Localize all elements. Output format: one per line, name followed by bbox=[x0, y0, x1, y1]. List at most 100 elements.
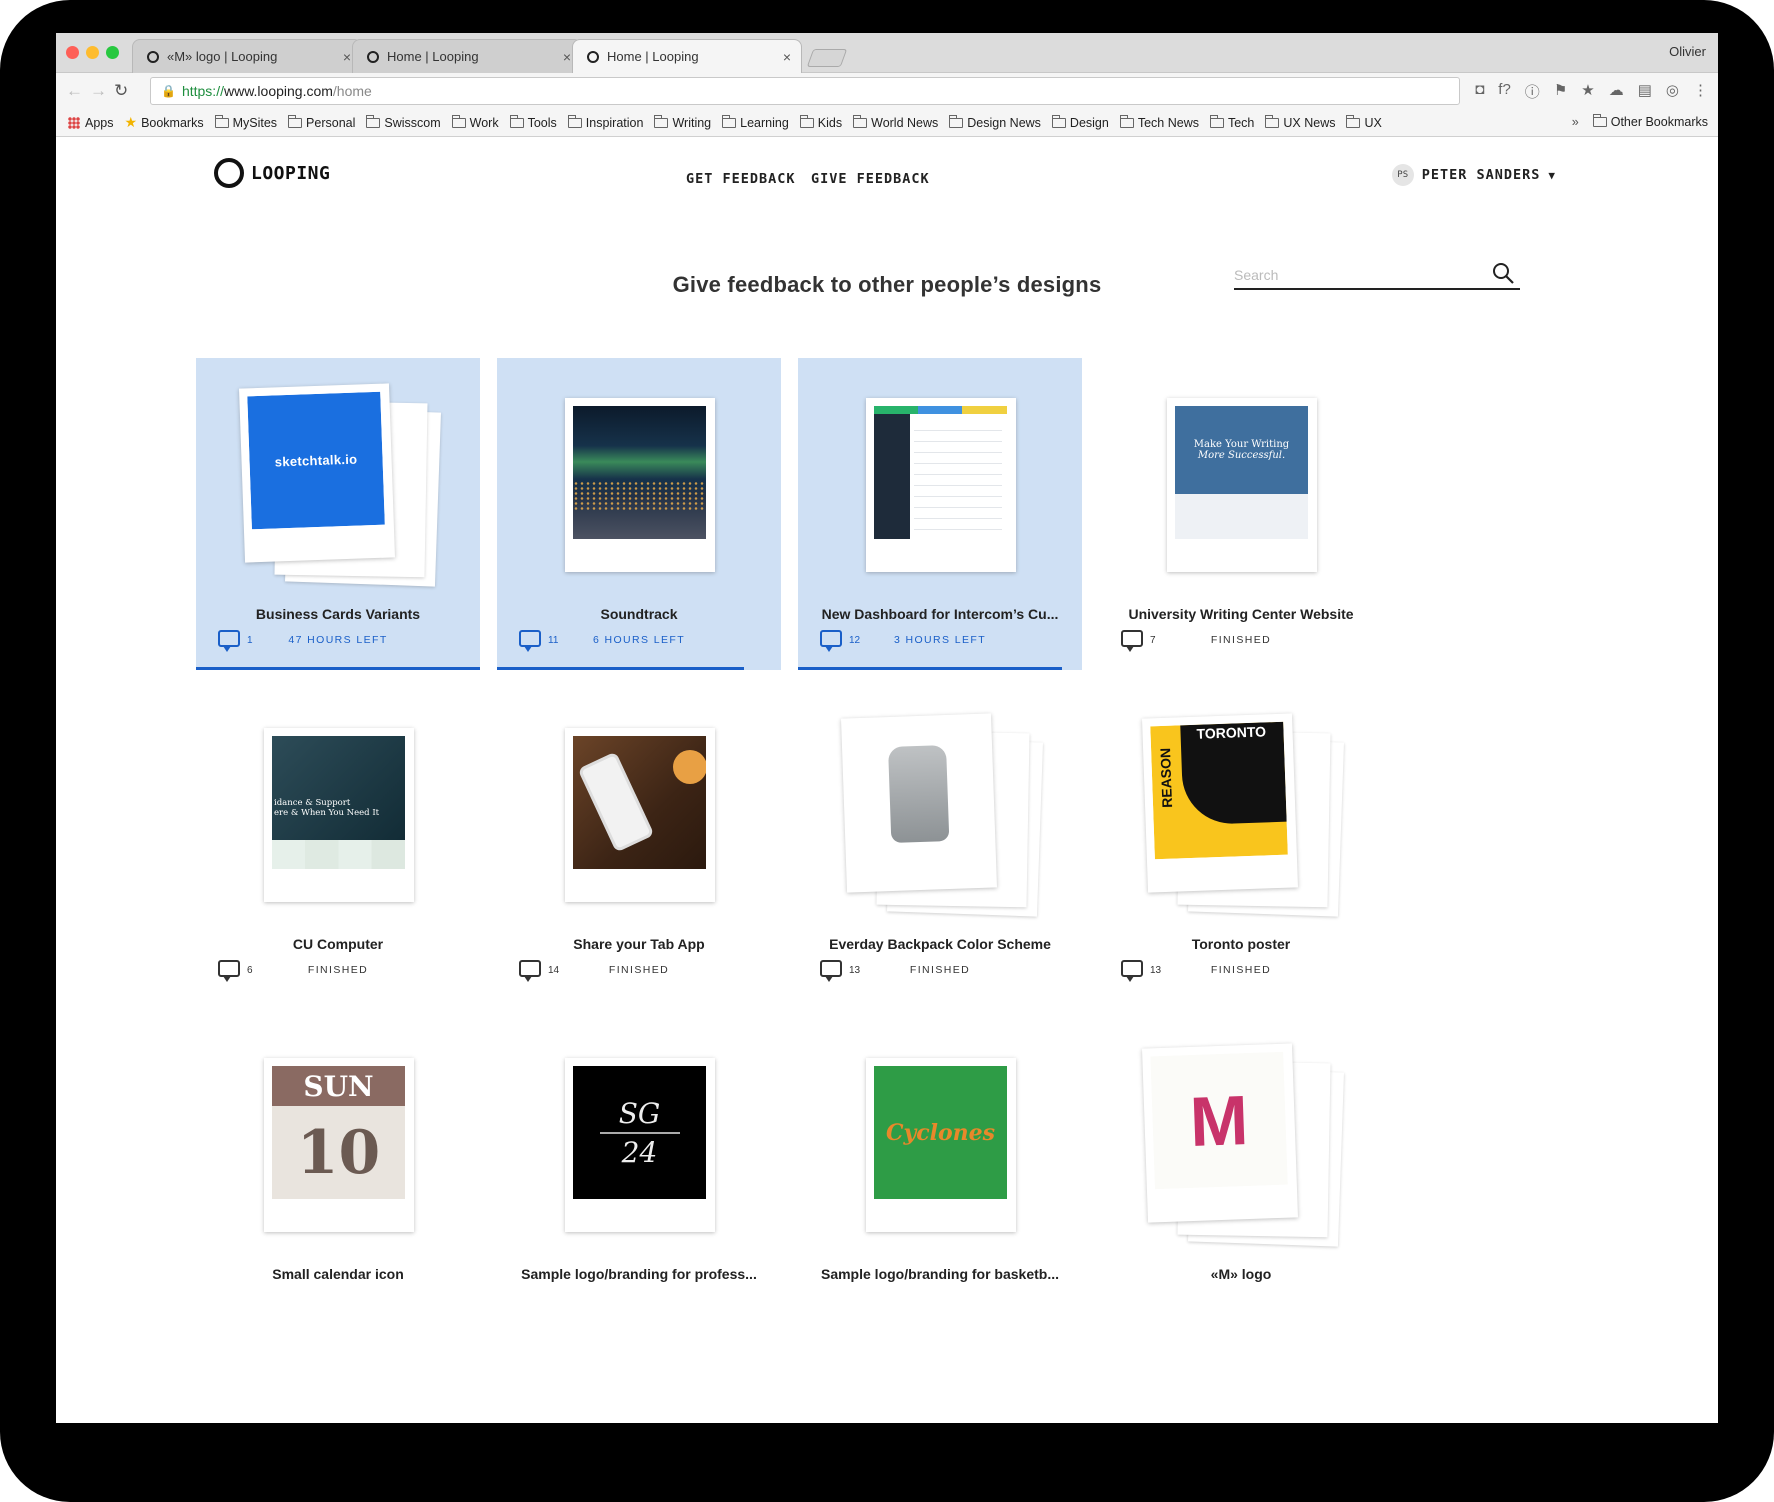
camera-icon[interactable]: ◎ bbox=[1666, 81, 1679, 102]
card-title[interactable]: «M» logo bbox=[1099, 1266, 1383, 1282]
bookmark-label: MySites bbox=[232, 115, 278, 130]
bookmark-item[interactable]: Design News bbox=[949, 114, 1041, 130]
card-meta: 11 6 HOURS LEFT bbox=[519, 630, 759, 652]
site-logo[interactable]: LOOPING bbox=[214, 158, 330, 188]
card-title[interactable]: Sample logo/branding for basketb... bbox=[798, 1266, 1082, 1282]
card-title[interactable]: Soundtrack bbox=[497, 606, 781, 622]
design-thumbnail[interactable]: SG 24 bbox=[565, 1058, 715, 1232]
bookmark-item[interactable]: Learning bbox=[722, 114, 789, 130]
bookmark-item[interactable]: Design bbox=[1051, 114, 1109, 130]
thumb-text: More Successful. bbox=[1197, 450, 1286, 461]
address-bar[interactable]: 🔒 https:// www.looping.com /home bbox=[150, 77, 1460, 105]
bookmark-item[interactable]: ★ Bookmarks bbox=[125, 114, 204, 131]
design-thumbnail[interactable]: SUN 10 bbox=[264, 1058, 414, 1232]
card-meta: 6 FINISHED bbox=[218, 960, 458, 982]
card-title[interactable]: Share your Tab App bbox=[497, 936, 781, 952]
folder-icon bbox=[1265, 114, 1280, 128]
design-thumbnail[interactable]: idance & Support ere & When You Need It bbox=[264, 728, 414, 902]
bookmark-item[interactable]: Tools bbox=[509, 114, 557, 130]
bookmark-label: UX bbox=[1364, 115, 1382, 130]
design-thumbnail[interactable]: M bbox=[1142, 1043, 1298, 1223]
bookmark-item[interactable]: Tech bbox=[1209, 114, 1254, 130]
other-bookmarks[interactable]: » Other Bookmarks bbox=[1572, 114, 1708, 129]
design-card[interactable]: Share your Tab App 14 FINISHED bbox=[497, 688, 781, 1000]
bookmark-item[interactable]: Writing bbox=[654, 114, 711, 130]
card-title[interactable]: Sample logo/branding for profess... bbox=[497, 1266, 781, 1282]
close-tab-icon[interactable]: × bbox=[783, 49, 791, 65]
design-card[interactable]: M «M» logo bbox=[1099, 1018, 1383, 1330]
design-card[interactable]: SUN 10 Small calendar icon bbox=[196, 1018, 480, 1330]
card-title[interactable]: Business Cards Variants bbox=[196, 606, 480, 622]
bookmark-item[interactable]: Inspiration bbox=[567, 114, 643, 130]
search-input[interactable] bbox=[1234, 260, 1474, 283]
card-title[interactable]: Everday Backpack Color Scheme bbox=[798, 936, 1082, 952]
design-card[interactable]: Everday Backpack Color Scheme 13 FINISHE… bbox=[798, 688, 1082, 1000]
card-title[interactable]: Toronto poster bbox=[1099, 936, 1383, 952]
thumb-text: Make Your Writing bbox=[1193, 439, 1290, 450]
close-tab-icon[interactable]: × bbox=[563, 49, 571, 65]
design-thumbnail[interactable]: TORONTO REASON bbox=[1142, 713, 1298, 893]
nav-get-feedback[interactable]: GET FEEDBACK bbox=[686, 171, 796, 187]
close-window-button[interactable] bbox=[66, 46, 79, 59]
translate-icon[interactable]: ⚑ bbox=[1554, 81, 1567, 102]
design-card[interactable]: idance & Support ere & When You Need It … bbox=[196, 688, 480, 1000]
design-thumbnail[interactable] bbox=[841, 713, 997, 893]
card-title[interactable]: University Writing Center Website bbox=[1099, 606, 1383, 622]
page: LOOPING GET FEEDBACK GIVE FEEDBACK PS PE… bbox=[56, 138, 1718, 1423]
close-tab-icon[interactable]: × bbox=[343, 49, 351, 65]
pocket-icon[interactable]: ◘ bbox=[1475, 81, 1484, 102]
bookmark-item[interactable]: UX bbox=[1346, 114, 1382, 130]
bookmark-item[interactable]: Swisscom bbox=[366, 114, 441, 130]
thumbnail-image: Make Your Writing More Successful. bbox=[1175, 406, 1308, 539]
bookmark-item[interactable]: Tech News bbox=[1119, 114, 1199, 130]
bookmark-item[interactable]: World News bbox=[853, 114, 938, 130]
design-card[interactable]: Soundtrack 11 6 HOURS LEFT bbox=[497, 358, 781, 670]
bookmark-item[interactable]: Kids bbox=[799, 114, 842, 130]
card-meta: 13 FINISHED bbox=[820, 960, 1060, 982]
info-icon[interactable]: ⓘ bbox=[1525, 81, 1540, 102]
forward-button[interactable]: → bbox=[90, 81, 107, 101]
design-thumbnail[interactable]: sketchtalk.io bbox=[239, 383, 395, 563]
bookmarks-overflow-icon[interactable]: » bbox=[1572, 115, 1579, 129]
design-thumbnail[interactable]: Cyclones bbox=[866, 1058, 1016, 1232]
design-thumbnail[interactable] bbox=[565, 728, 715, 902]
design-card[interactable]: sketchtalk.io Business Cards Variants 1 … bbox=[196, 358, 480, 670]
tab-title: Home | Looping bbox=[607, 49, 699, 64]
nav-give-feedback[interactable]: GIVE FEEDBACK bbox=[811, 171, 930, 187]
bookmark-item[interactable]: Personal bbox=[288, 114, 355, 130]
back-button[interactable]: ← bbox=[66, 81, 83, 101]
card-title[interactable]: New Dashboard for Intercom’s Cu... bbox=[798, 606, 1082, 622]
reload-button[interactable]: ↻ bbox=[114, 81, 128, 101]
star-icon[interactable]: ★ bbox=[1581, 81, 1594, 102]
browser-tab[interactable]: Home | Looping × bbox=[572, 39, 802, 73]
design-card[interactable]: Make Your Writing More Successful. Unive… bbox=[1099, 358, 1383, 670]
font-icon[interactable]: f? bbox=[1498, 81, 1511, 102]
minimize-window-button[interactable] bbox=[86, 46, 99, 59]
bookmark-item[interactable]: Apps bbox=[68, 116, 114, 130]
design-thumbnail[interactable] bbox=[866, 398, 1016, 572]
new-tab-button[interactable] bbox=[806, 49, 848, 67]
bookmark-label: Apps bbox=[85, 115, 114, 130]
search-icon[interactable] bbox=[1492, 262, 1514, 284]
design-card[interactable]: SG 24 Sample logo/branding for profess..… bbox=[497, 1018, 781, 1330]
url-scheme: https:// bbox=[181, 83, 224, 99]
analytics-icon[interactable]: ▤ bbox=[1638, 81, 1652, 102]
design-card[interactable]: New Dashboard for Intercom’s Cu... 12 3 … bbox=[798, 358, 1082, 670]
menu-icon[interactable]: ⋮ bbox=[1693, 81, 1708, 102]
cloud-icon[interactable]: ☁ bbox=[1609, 81, 1624, 102]
card-title[interactable]: CU Computer bbox=[196, 936, 480, 952]
zoom-window-button[interactable] bbox=[106, 46, 119, 59]
folder-icon bbox=[288, 114, 303, 128]
profile-name[interactable]: Olivier bbox=[1669, 44, 1706, 59]
card-title[interactable]: Small calendar icon bbox=[196, 1266, 480, 1282]
bookmark-item[interactable]: Work bbox=[451, 114, 499, 130]
design-thumbnail[interactable] bbox=[565, 398, 715, 572]
bookmark-item[interactable]: MySites bbox=[214, 114, 278, 130]
user-menu[interactable]: PS PETER SANDERS ▼ bbox=[1391, 164, 1556, 186]
bookmark-item[interactable]: UX News bbox=[1265, 114, 1335, 130]
design-card[interactable]: Cyclones Sample logo/branding for basket… bbox=[798, 1018, 1082, 1330]
browser-tab[interactable]: Home | Looping × bbox=[352, 39, 582, 73]
design-card[interactable]: TORONTO REASON Toronto poster 13 FINISHE… bbox=[1099, 688, 1383, 1000]
design-thumbnail[interactable]: Make Your Writing More Successful. bbox=[1167, 398, 1317, 572]
browser-tab[interactable]: «M» logo | Looping × bbox=[132, 39, 362, 73]
